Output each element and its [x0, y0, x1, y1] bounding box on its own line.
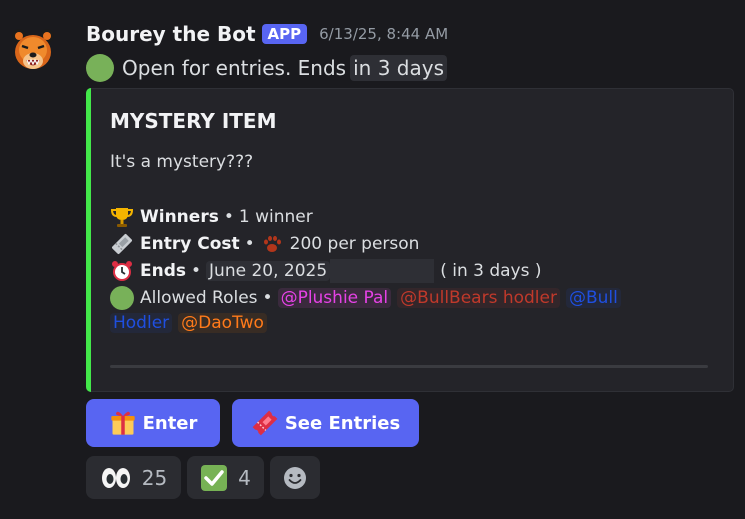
trophy-icon	[110, 208, 134, 227]
winners-line: Winners • 1 winner	[110, 205, 313, 229]
paw-icon	[263, 236, 281, 252]
bullet: •	[223, 207, 234, 227]
winners-label: Winners	[140, 207, 219, 227]
roles-line-continued: Hodler @DaoTwo	[110, 313, 273, 333]
enter-button-label: Enter	[142, 412, 198, 434]
enter-button[interactable]: Enter	[86, 399, 220, 447]
status-text: Open for entries. Ends	[122, 56, 347, 80]
role-mention-bullbears-hodler[interactable]: @BullBears hodler	[397, 288, 560, 308]
ends-relative: ( in 3 days )	[440, 261, 542, 281]
bullet: •	[262, 288, 273, 308]
ends-date-chip-padding	[330, 259, 435, 283]
add-reaction-icon	[284, 466, 306, 489]
roles-label: Allowed Roles	[140, 288, 258, 308]
embed-title: MYSTERY ITEM	[110, 109, 277, 133]
green-circle-icon	[110, 286, 134, 310]
embed-accent-bar	[86, 88, 91, 392]
app-badge: APP	[261, 24, 308, 44]
message-timestamp[interactable]: 6/13/25, 8:44 AM	[319, 25, 448, 43]
embed-divider	[110, 365, 708, 368]
ends-date-chip[interactable]: June 20, 2025	[206, 261, 331, 281]
reaction-count: 25	[141, 465, 168, 490]
see-entries-button-label: See Entries	[284, 412, 401, 434]
giveaway-embed: MYSTERY ITEM It's a mystery??? Winners •…	[86, 88, 734, 392]
ends-label: Ends	[140, 261, 187, 281]
role-mention-bull-hodler-cont[interactable]: Hodler	[110, 313, 173, 333]
gift-icon	[110, 411, 135, 435]
add-reaction-button[interactable]	[270, 456, 320, 499]
reaction-check[interactable]: 4	[187, 456, 264, 499]
green-circle-icon	[86, 54, 114, 82]
role-mention-bull-hodler[interactable]: @Bull	[565, 288, 621, 308]
bear-avatar-icon	[12, 29, 54, 69]
role-mention-plushie-pal[interactable]: @Plushie Pal	[277, 288, 392, 308]
embed-description: It's a mystery???	[110, 152, 254, 172]
admission-ticket-icon	[252, 410, 278, 436]
entry-cost-label: Entry Cost	[140, 234, 240, 254]
reaction-eyes[interactable]: 25	[86, 456, 181, 499]
alarm-clock-icon	[112, 261, 132, 281]
status-line: Open for entries. Ends in 3 days	[86, 54, 447, 82]
bullet: •	[191, 261, 202, 281]
winners-value: 1 winner	[238, 207, 313, 227]
message-header: Bourey the Bot APP 6/13/25, 8:44 AM	[86, 22, 448, 46]
ticket-icon	[112, 234, 132, 254]
bullet: •	[244, 234, 255, 254]
see-entries-button[interactable]: See Entries	[232, 399, 419, 447]
roles-line: Allowed Roles • @Plushie Pal @BullBears …	[110, 286, 627, 310]
reaction-count: 4	[238, 465, 251, 490]
check-mark-icon	[201, 464, 228, 491]
author-name[interactable]: Bourey the Bot	[86, 22, 256, 46]
bot-avatar[interactable]	[8, 26, 58, 76]
status-time-chip[interactable]: in 3 days	[350, 55, 447, 81]
ends-line: Ends • June 20, 2025 ( in 3 days )	[110, 259, 542, 283]
entry-cost-line: Entry Cost • 200 per person	[110, 232, 419, 256]
role-mention-daotwo[interactable]: @DaoTwo	[178, 313, 267, 333]
eyes-icon	[101, 467, 130, 488]
entry-cost-value: 200 per person	[289, 234, 420, 254]
